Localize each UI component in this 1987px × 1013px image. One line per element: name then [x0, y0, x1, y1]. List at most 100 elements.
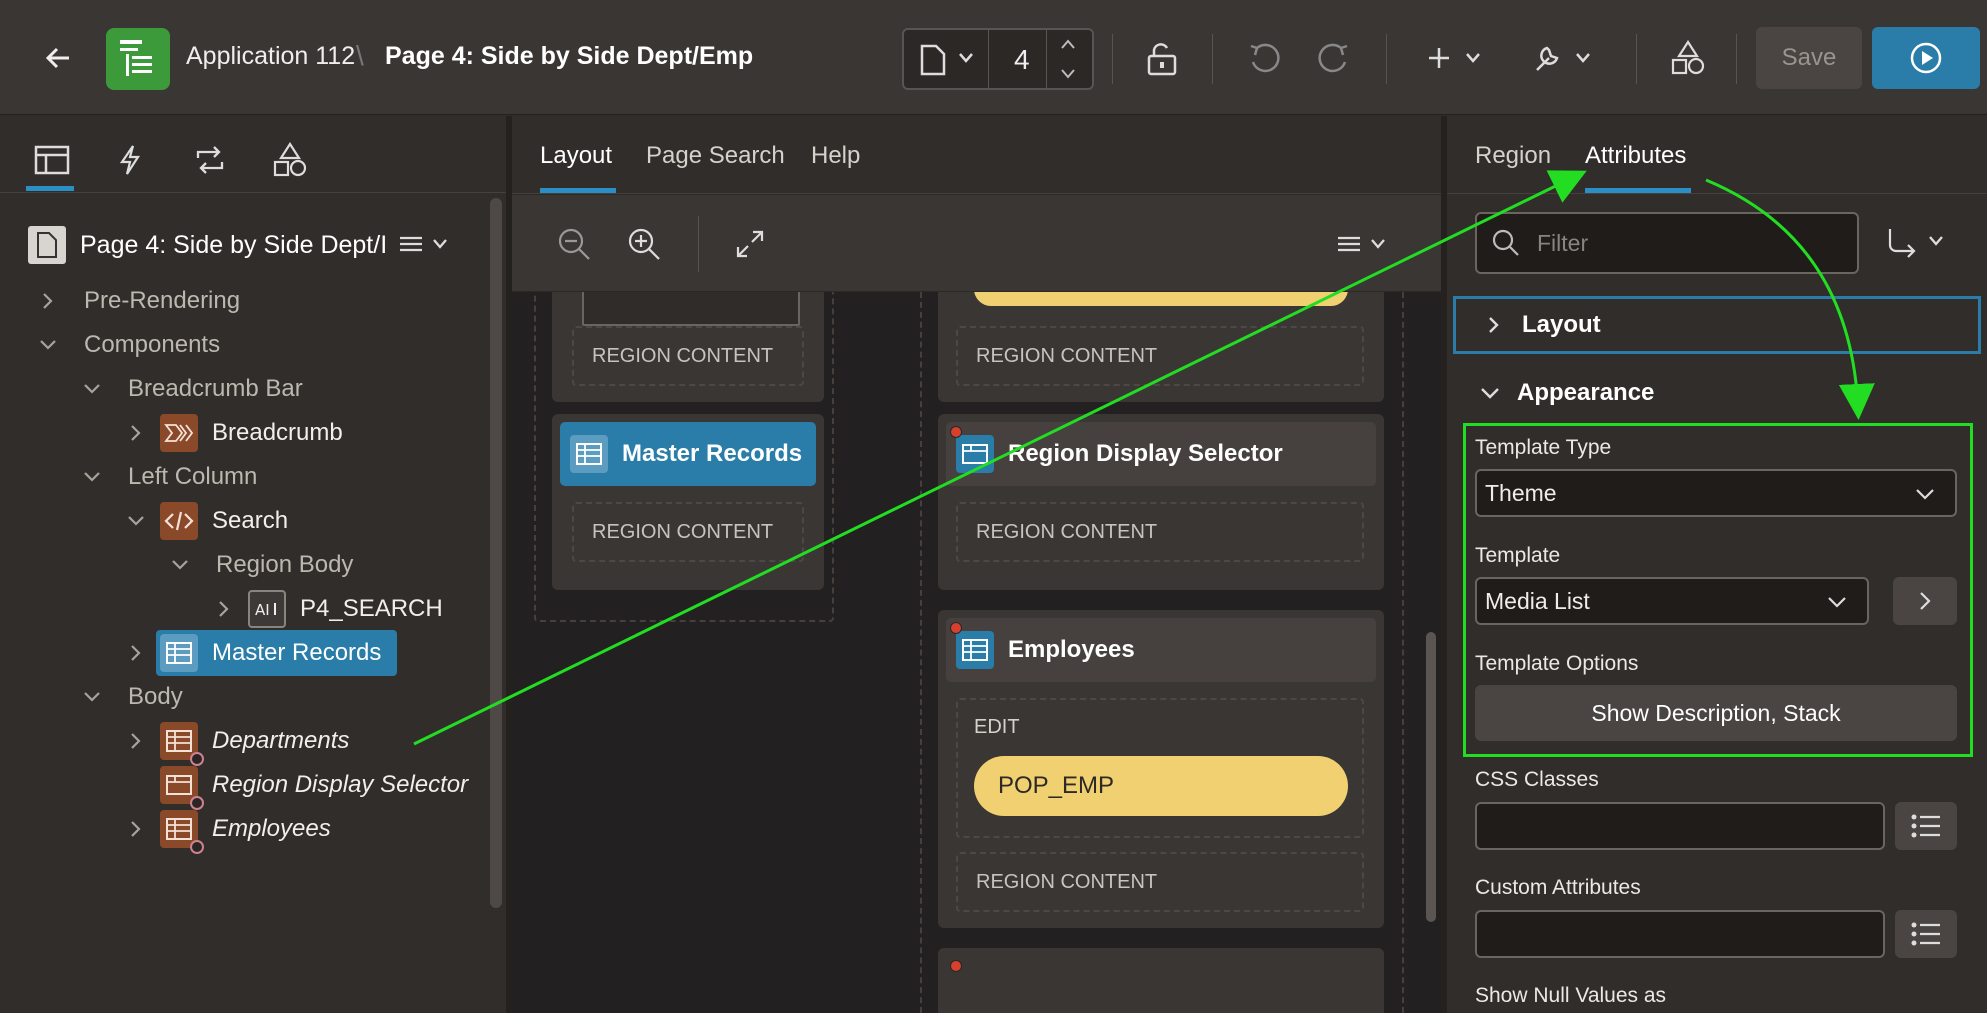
tab-help[interactable]: Help — [811, 142, 860, 170]
region-display-selector-header[interactable]: Region Display Selector — [946, 422, 1376, 486]
table-icon — [160, 722, 204, 766]
svg-text:AI: AI — [255, 601, 270, 618]
chevron-down-icon — [1481, 388, 1499, 399]
departments-button-pill[interactable] — [974, 292, 1348, 306]
custom-attributes-label: Custom Attributes — [1475, 876, 1641, 899]
tree-item-breadcrumb[interactable]: Breadcrumb — [126, 411, 343, 455]
tab-indicator — [26, 186, 74, 191]
pop-emp-button[interactable]: POP_EMP — [974, 756, 1348, 816]
dynamic-actions-tab-icon[interactable] — [108, 140, 152, 180]
p4-search-field[interactable] — [582, 292, 800, 326]
layout-menu-button[interactable] — [1332, 228, 1392, 262]
selected-node[interactable]: Master Records — [156, 630, 398, 676]
page-number-field[interactable]: 4 — [1014, 44, 1030, 76]
region-display-selector-region[interactable]: Region Display Selector REGION CONTENT — [938, 414, 1384, 590]
undo-icon[interactable] — [1244, 38, 1284, 78]
next-region[interactable] — [938, 948, 1384, 1013]
page-tree-panel: Page 4: Side by Side Dept/I Pre-Renderin… — [0, 116, 512, 1013]
tree-item-departments[interactable]: Departments — [126, 719, 349, 766]
save-button[interactable]: Save — [1756, 27, 1862, 89]
section-layout[interactable]: Layout — [1453, 296, 1981, 354]
app-name[interactable]: Application 112 — [186, 42, 355, 71]
go-to-group-button[interactable] — [1879, 222, 1959, 262]
filter-input[interactable]: Filter — [1475, 212, 1859, 274]
utilities-wrench-button[interactable] — [1530, 38, 1600, 78]
tree-item-left-column[interactable]: Left Column — [82, 455, 257, 499]
annotation-highlight-box — [1463, 423, 1973, 757]
tree-item-search[interactable]: Search — [126, 499, 288, 543]
list-icon — [1911, 814, 1940, 838]
canvas-scrollbar[interactable] — [1426, 632, 1436, 922]
shared-components-icon[interactable] — [1668, 38, 1708, 78]
top-toolbar: Application 112 \ Page 4: Side by Side D… — [0, 0, 1987, 115]
master-records-region[interactable]: Master Records REGION CONTENT — [552, 414, 824, 590]
list-icon — [1911, 922, 1940, 946]
custom-attributes-input[interactable] — [1475, 910, 1885, 958]
condition-indicator — [950, 960, 962, 972]
page-icon — [920, 44, 946, 76]
page-selector[interactable]: 4 — [902, 28, 1094, 90]
tree-item-p4-search[interactable]: AI P4_SEARCH — [214, 587, 443, 631]
section-appearance[interactable]: Appearance — [1453, 364, 1981, 422]
tree-item-body[interactable]: Body — [82, 675, 183, 719]
edit-position: EDIT POP_EMP — [956, 698, 1364, 838]
departments-region[interactable]: REGION CONTENT — [938, 292, 1384, 402]
condition-indicator — [950, 622, 962, 634]
css-classes-label: CSS Classes — [1475, 768, 1599, 791]
tree-item-breadcrumb-bar[interactable]: Breadcrumb Bar — [82, 367, 303, 411]
zoom-out-icon[interactable] — [554, 224, 594, 264]
tab-attributes[interactable]: Attributes — [1585, 142, 1686, 170]
employees-header[interactable]: Employees — [946, 618, 1376, 682]
region-selector-icon — [160, 766, 204, 810]
employees-region[interactable]: Employees EDIT POP_EMP REGION CONTENT — [938, 610, 1384, 928]
region-content: REGION CONTENT — [572, 326, 804, 386]
master-records-header[interactable]: Master Records — [560, 422, 816, 486]
app-icon[interactable] — [106, 28, 170, 90]
page-title: Page 4: Side by Side Dept/Emp — [385, 42, 754, 70]
rendering-tab-icon[interactable] — [30, 140, 74, 180]
search-icon — [1492, 229, 1519, 256]
zoom-in-icon[interactable] — [624, 224, 664, 264]
page-up-icon[interactable] — [1060, 38, 1076, 50]
tab-layout[interactable]: Layout — [540, 142, 612, 170]
tab-region[interactable]: Region — [1475, 142, 1551, 170]
processing-tab-icon[interactable] — [188, 140, 232, 180]
tree-item-pre-rendering[interactable]: Pre-Rendering — [38, 279, 240, 323]
layout-canvas: REGION CONTENT Master Records REGION CON… — [512, 292, 1441, 1013]
css-classes-list-button[interactable] — [1895, 802, 1957, 850]
back-arrow-icon[interactable] — [38, 38, 78, 78]
table-icon — [160, 810, 204, 854]
page-down-icon[interactable] — [1060, 68, 1076, 80]
breadcrumb-icon — [160, 414, 198, 452]
play-icon — [1910, 42, 1942, 74]
unlock-icon[interactable] — [1142, 38, 1182, 78]
redo-icon[interactable] — [1314, 38, 1354, 78]
breadcrumb-separator: \ — [356, 40, 364, 71]
shared-components-tab-icon[interactable] — [268, 140, 312, 180]
run-page-button[interactable] — [1872, 27, 1980, 89]
edit-label: EDIT — [974, 716, 1020, 738]
tree-item-employees[interactable]: Employees — [126, 807, 331, 854]
expand-icon[interactable] — [730, 224, 770, 264]
region-content: REGION CONTENT — [572, 502, 804, 562]
css-classes-input[interactable] — [1475, 802, 1885, 850]
create-menu-button[interactable] — [1422, 38, 1492, 78]
page-node-label: Page 4: Side by Side Dept/I — [80, 230, 388, 259]
tab-page-search[interactable]: Page Search — [646, 142, 785, 170]
static-content-icon — [160, 502, 198, 540]
region-selector-icon — [956, 435, 994, 473]
tree-item-region-body[interactable]: Region Body — [170, 543, 353, 587]
tree-item-region-display-selector[interactable]: Region Display Selector — [160, 763, 468, 810]
tree-scrollbar[interactable] — [490, 198, 502, 908]
custom-attributes-list-button[interactable] — [1895, 910, 1957, 958]
table-icon — [160, 634, 198, 672]
search-region[interactable]: REGION CONTENT — [552, 292, 824, 402]
chevron-right-icon — [1489, 317, 1499, 333]
tree-item-components[interactable]: Components — [38, 323, 220, 367]
tree-menu-button[interactable] — [394, 228, 454, 262]
chevron-down-icon — [958, 52, 974, 64]
text-field-icon: AI — [248, 590, 286, 628]
table-icon — [570, 435, 608, 473]
tree-item-master-records[interactable]: Master Records — [126, 630, 398, 676]
layout-panel: Layout Page Search Help REGION CONTENT M… — [512, 116, 1447, 1013]
